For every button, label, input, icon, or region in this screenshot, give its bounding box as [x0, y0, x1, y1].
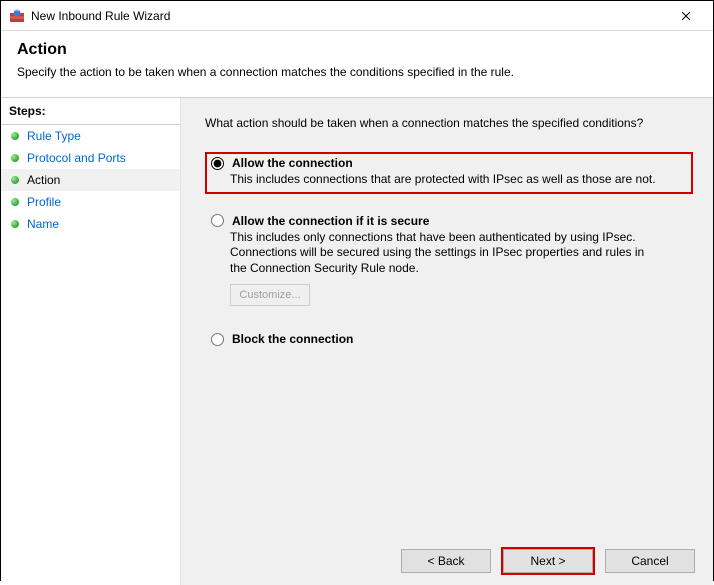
wizard-footer: < Back Next > Cancel	[399, 547, 697, 575]
option-allow-secure-desc: This includes only connections that have…	[230, 230, 660, 277]
cancel-button[interactable]: Cancel	[605, 549, 695, 573]
bullet-icon	[11, 220, 19, 228]
page-title: Action	[17, 41, 697, 59]
wizard-header: Action Specify the action to be taken wh…	[1, 31, 713, 98]
option-allow-desc: This includes connections that are prote…	[230, 172, 660, 188]
step-label: Profile	[27, 195, 61, 209]
steps-heading: Steps:	[1, 98, 180, 125]
option-allow-secure: Allow the connection if it is secure Thi…	[205, 210, 693, 313]
step-label: Protocol and Ports	[27, 151, 126, 165]
option-allow-secure-title: Allow the connection if it is secure	[232, 214, 429, 228]
next-button[interactable]: Next >	[503, 549, 593, 573]
question-text: What action should be taken when a conne…	[205, 116, 693, 130]
radio-allow[interactable]	[211, 157, 224, 170]
close-button[interactable]	[663, 1, 709, 31]
bullet-icon	[11, 132, 19, 140]
titlebar: New Inbound Rule Wizard	[1, 1, 713, 31]
option-allow-title: Allow the connection	[232, 156, 353, 170]
step-label: Action	[27, 173, 60, 187]
step-profile[interactable]: Profile	[1, 191, 180, 213]
step-label: Rule Type	[27, 129, 81, 143]
bullet-icon	[11, 154, 19, 162]
option-allow: Allow the connection This includes conne…	[205, 152, 693, 194]
option-block-title: Block the connection	[232, 332, 353, 346]
option-allow-row[interactable]: Allow the connection	[209, 156, 687, 170]
back-button[interactable]: < Back	[401, 549, 491, 573]
customize-button: Customize...	[230, 284, 310, 306]
bullet-icon	[11, 176, 19, 184]
step-name[interactable]: Name	[1, 213, 180, 235]
option-allow-secure-row[interactable]: Allow the connection if it is secure	[209, 214, 687, 228]
wizard-content: What action should be taken when a conne…	[181, 98, 713, 585]
step-rule-type[interactable]: Rule Type	[1, 125, 180, 147]
step-action[interactable]: Action	[1, 169, 180, 191]
radio-allow-secure[interactable]	[211, 214, 224, 227]
step-label: Name	[27, 217, 59, 231]
firewall-icon	[9, 8, 25, 24]
step-protocol-ports[interactable]: Protocol and Ports	[1, 147, 180, 169]
page-subtitle: Specify the action to be taken when a co…	[17, 65, 697, 79]
option-block-row[interactable]: Block the connection	[209, 332, 687, 346]
window-title: New Inbound Rule Wizard	[31, 9, 663, 23]
bullet-icon	[11, 198, 19, 206]
radio-block[interactable]	[211, 333, 224, 346]
steps-sidebar: Steps: Rule Type Protocol and Ports Acti…	[1, 98, 181, 585]
option-block: Block the connection	[205, 328, 693, 352]
